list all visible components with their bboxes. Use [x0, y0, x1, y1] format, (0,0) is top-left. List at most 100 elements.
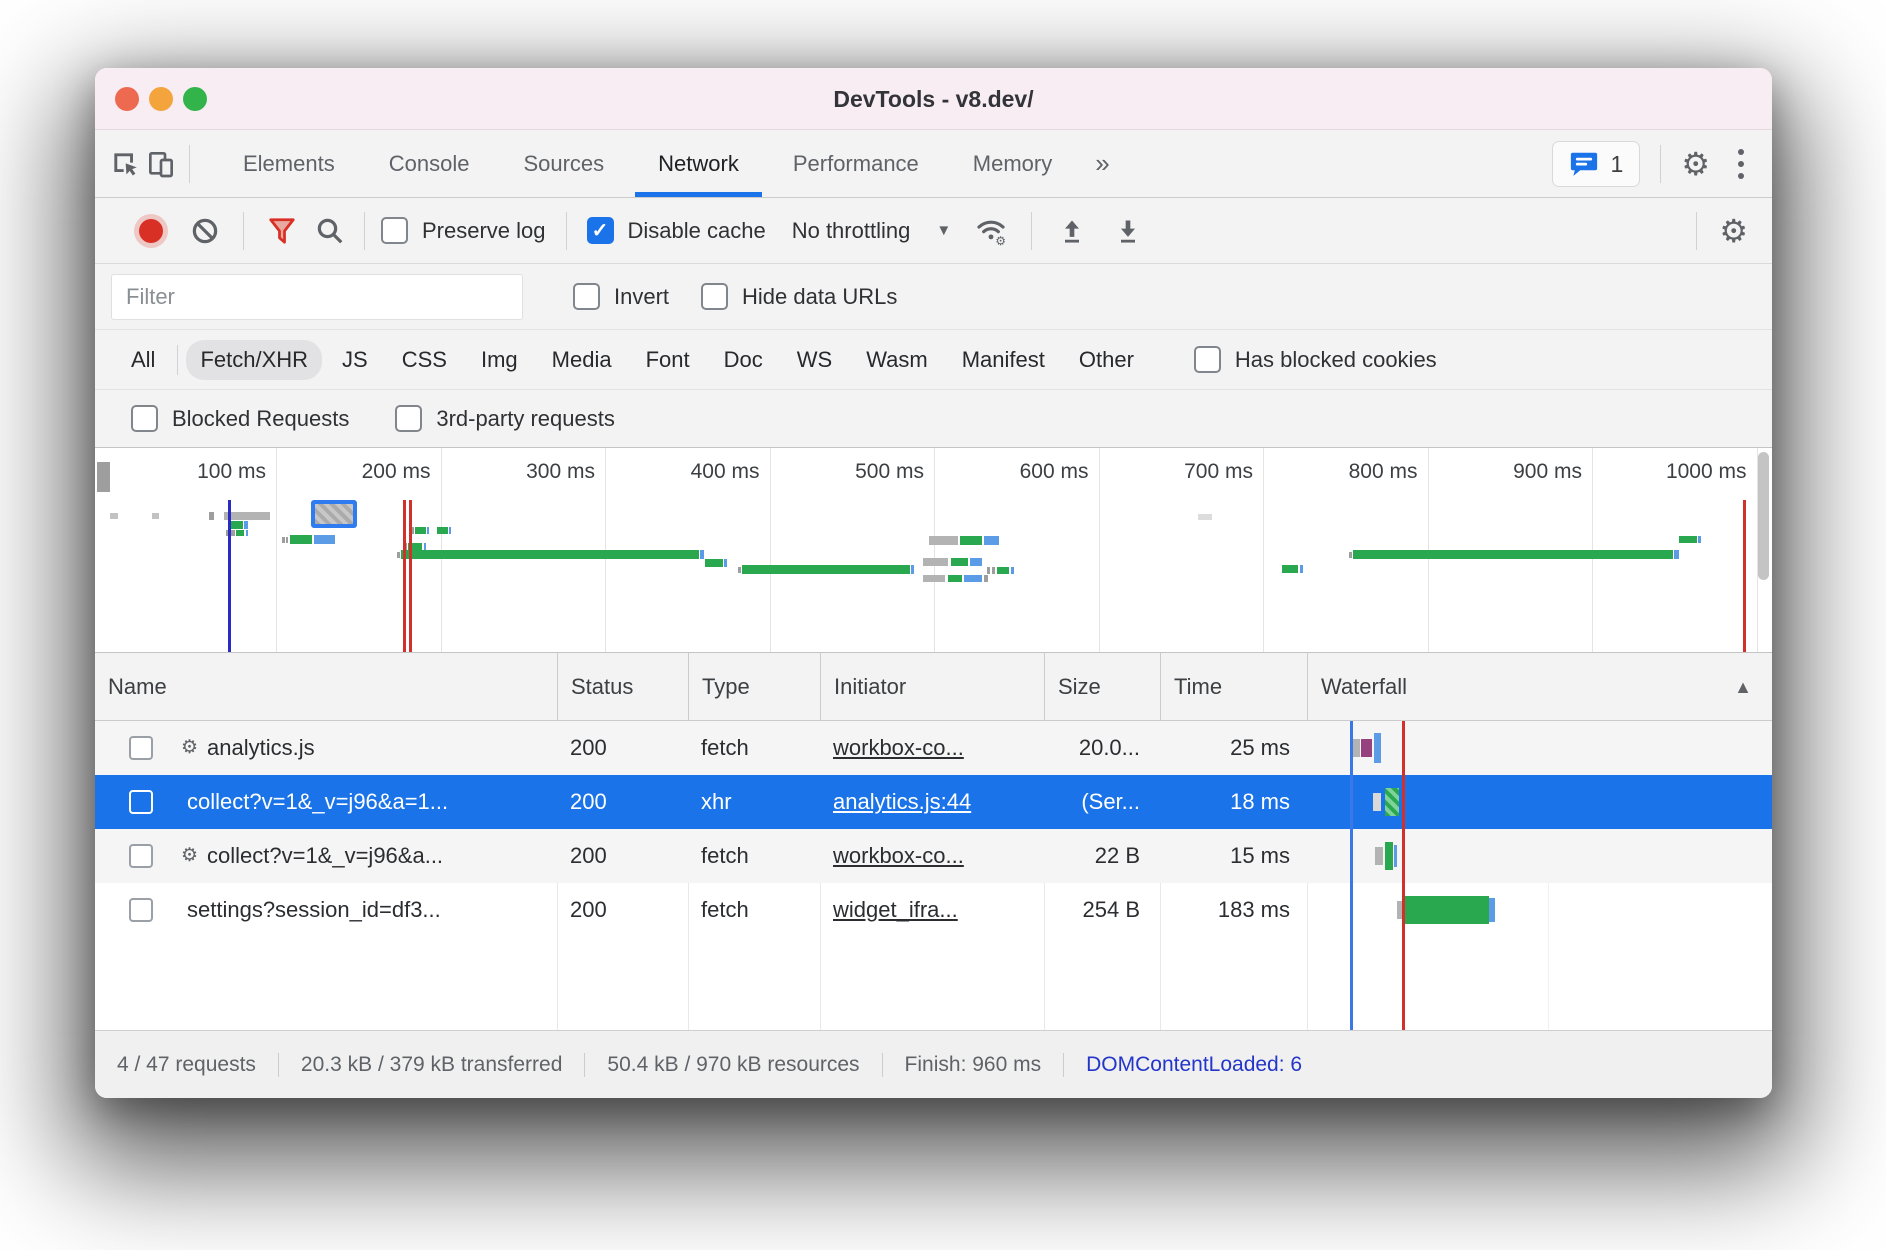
filter-input[interactable]: [111, 274, 523, 320]
import-har-icon[interactable]: [1048, 207, 1096, 255]
request-row[interactable]: ⚙collect?v=1&_v=j96&a...200fetchworkbox-…: [95, 829, 1772, 883]
tab-console[interactable]: Console: [362, 130, 497, 197]
filter-funnel-icon[interactable]: [258, 207, 306, 255]
request-row[interactable]: ⚙analytics.js200fetchworkbox-co...20.0..…: [95, 721, 1772, 775]
hide-data-urls-checkbox[interactable]: [701, 283, 728, 310]
row-checkbox[interactable]: [129, 790, 153, 814]
filter-row: Invert Hide data URLs: [95, 264, 1772, 330]
network-conditions-icon[interactable]: ⚙: [967, 207, 1015, 255]
load-event-marker: [403, 500, 406, 652]
type-filter-font[interactable]: Font: [632, 340, 704, 380]
tab-bar-right-controls: 1 ⚙: [1552, 130, 1752, 198]
inspect-element-icon[interactable]: [107, 146, 143, 182]
invert-control[interactable]: Invert: [573, 283, 669, 310]
panel-tab-bar: ElementsConsoleSourcesNetworkPerformance…: [95, 130, 1772, 198]
type-filter-img[interactable]: Img: [467, 340, 532, 380]
type-filter-ws[interactable]: WS: [783, 340, 846, 380]
column-header-waterfall[interactable]: Waterfall: [1307, 653, 1772, 721]
disable-cache-control[interactable]: ✓ Disable cache: [587, 217, 766, 244]
overview-request-bar: [1011, 567, 1014, 574]
overview-request-bar: [1300, 565, 1303, 573]
sort-ascending-icon[interactable]: ▲: [1734, 653, 1752, 721]
overview-scrollbar-thumb[interactable]: [1758, 452, 1769, 580]
dom-content-loaded-marker: [228, 500, 231, 652]
third-party-requests-control[interactable]: 3rd-party requests: [395, 405, 615, 432]
hide-data-urls-control[interactable]: Hide data URLs: [701, 283, 897, 310]
blocked-requests-checkbox[interactable]: [131, 405, 158, 432]
row-checkbox[interactable]: [129, 736, 153, 760]
chevron-down-icon: ▼: [936, 222, 951, 239]
throttling-dropdown[interactable]: No throttling ▼: [792, 218, 951, 244]
overview-request-bar: [948, 575, 962, 582]
type-filter-media[interactable]: Media: [538, 340, 626, 380]
column-header-name[interactable]: Name: [95, 653, 557, 721]
overview-tick-label: 900 ms: [1513, 460, 1592, 488]
overview-request-bar: [1674, 550, 1679, 559]
has-blocked-cookies-control[interactable]: Has blocked cookies: [1194, 346, 1437, 373]
disable-cache-checkbox[interactable]: ✓: [587, 217, 614, 244]
cell-initiator[interactable]: workbox-co...: [820, 829, 1044, 883]
waterfall-bar: [1352, 739, 1360, 757]
column-header-initiator[interactable]: Initiator: [820, 653, 1044, 721]
column-header-time[interactable]: Time: [1160, 653, 1307, 721]
more-tabs-chevron[interactable]: »: [1079, 148, 1125, 179]
clear-network-log-icon[interactable]: [181, 207, 229, 255]
row-checkbox[interactable]: [129, 844, 153, 868]
overview-request-bar: [923, 558, 948, 566]
record-network-log-button[interactable]: [139, 219, 163, 243]
overview-tick-label: 1000 ms: [1666, 460, 1757, 488]
cell-status: 200: [557, 775, 688, 829]
type-filter-other[interactable]: Other: [1065, 340, 1148, 380]
tab-performance[interactable]: Performance: [766, 130, 946, 197]
column-header-status[interactable]: Status: [557, 653, 688, 721]
request-row[interactable]: settings?session_id=df3...200fetchwidget…: [95, 883, 1772, 937]
load-event-marker: [1743, 500, 1746, 652]
overview-gridline: [276, 448, 277, 652]
row-checkbox[interactable]: [129, 898, 153, 922]
cell-initiator[interactable]: workbox-co...: [820, 721, 1044, 775]
overview-request-bar: [1698, 536, 1701, 543]
cell-initiator[interactable]: widget_ifra...: [820, 883, 1044, 937]
status-item: 4 / 47 requests: [95, 1053, 278, 1077]
invert-checkbox[interactable]: [573, 283, 600, 310]
load-event-marker: [409, 500, 412, 652]
type-filters: All Fetch/XHRJSCSSImgMediaFontDocWSWasmMa…: [117, 340, 1154, 380]
request-row[interactable]: collect?v=1&_v=j96&a=1...200xhranalytics…: [95, 775, 1772, 829]
type-filter-wasm[interactable]: Wasm: [852, 340, 942, 380]
settings-gear-icon[interactable]: ⚙: [1681, 148, 1710, 180]
waterfall-bar: [1405, 896, 1489, 924]
device-toolbar-icon[interactable]: [143, 146, 179, 182]
tab-network[interactable]: Network: [631, 130, 766, 197]
network-overview-timeline[interactable]: 100 ms200 ms300 ms400 ms500 ms600 ms700 …: [95, 448, 1772, 653]
blocked-requests-label: Blocked Requests: [172, 406, 349, 432]
overview-request-bar: [282, 537, 285, 543]
tab-elements[interactable]: Elements: [216, 130, 362, 197]
search-icon[interactable]: [306, 207, 354, 255]
type-filter-manifest[interactable]: Manifest: [948, 340, 1059, 380]
overview-gridline: [770, 448, 771, 652]
issues-button[interactable]: 1: [1552, 141, 1641, 187]
waterfall-bar: [1385, 842, 1393, 870]
export-har-icon[interactable]: [1104, 207, 1152, 255]
overview-request-bar: [992, 567, 995, 574]
type-filter-js[interactable]: JS: [328, 340, 382, 380]
third-party-requests-checkbox[interactable]: [395, 405, 422, 432]
tab-memory[interactable]: Memory: [946, 130, 1079, 197]
preserve-log-checkbox[interactable]: [381, 217, 408, 244]
has-blocked-cookies-checkbox[interactable]: [1194, 346, 1221, 373]
overview-request-bar: [970, 558, 982, 566]
type-filter-css[interactable]: CSS: [388, 340, 461, 380]
type-filter-fetch-xhr[interactable]: Fetch/XHR: [186, 340, 322, 380]
cell-initiator[interactable]: analytics.js:44: [820, 775, 1044, 829]
blocked-requests-control[interactable]: Blocked Requests: [131, 405, 349, 432]
type-filter-all[interactable]: All: [117, 340, 169, 380]
preserve-log-control[interactable]: Preserve log: [381, 217, 546, 244]
column-header-type[interactable]: Type: [688, 653, 820, 721]
main-menu-kebab-icon[interactable]: [1730, 145, 1752, 183]
overview-request-bar: [397, 552, 400, 558]
has-blocked-cookies-label: Has blocked cookies: [1235, 347, 1437, 373]
tab-sources[interactable]: Sources: [496, 130, 631, 197]
network-settings-gear-icon[interactable]: ⚙: [1719, 215, 1748, 247]
type-filter-doc[interactable]: Doc: [710, 340, 777, 380]
column-header-size[interactable]: Size: [1044, 653, 1160, 721]
